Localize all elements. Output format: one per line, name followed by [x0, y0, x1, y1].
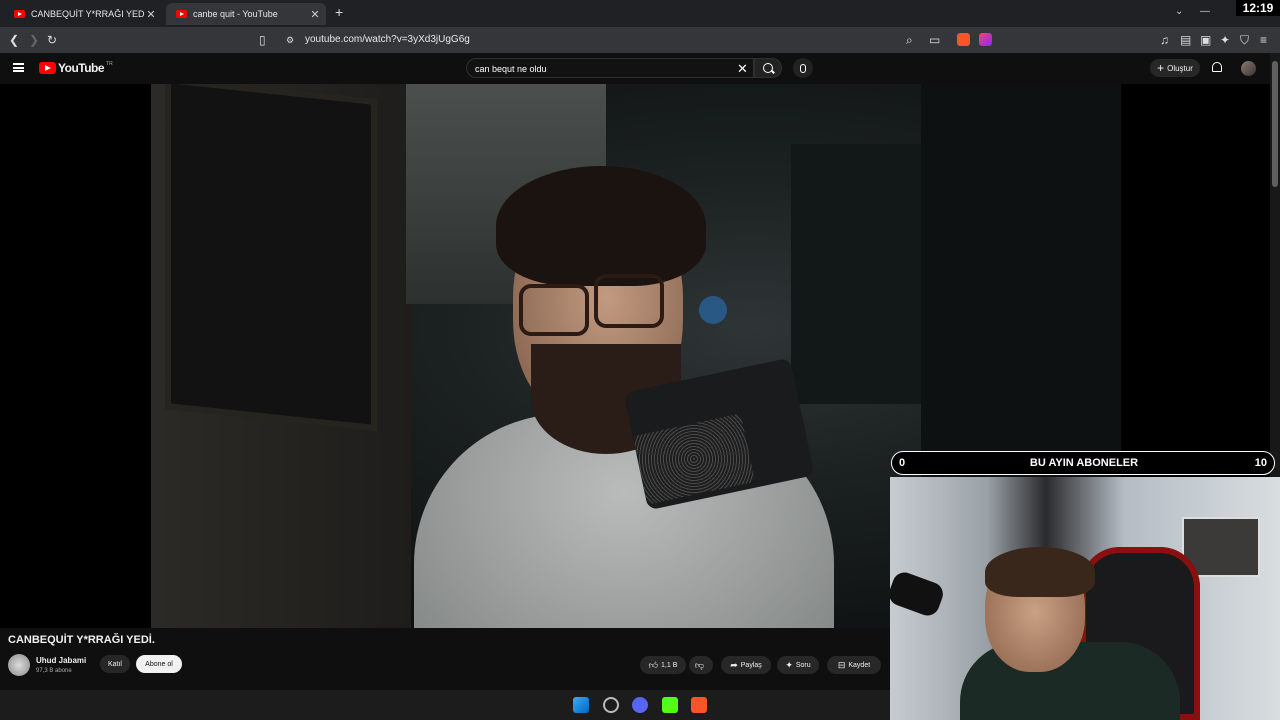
- video-person-glasses: [519, 284, 589, 336]
- youtube-header: YouTube TR can bequt ne oldu ✕ + Oluştur: [0, 53, 1280, 84]
- like-count: 1,1 B: [661, 661, 678, 669]
- join-button[interactable]: Katıl: [100, 655, 130, 673]
- browser-tab-bar: CANBEQUİT Y*RRAĞI YEDİ. - YouTube ✕ canb…: [0, 0, 1280, 27]
- site-info-icon[interactable]: ⚙: [286, 35, 294, 46]
- video-watermark-icon: [699, 296, 727, 324]
- goal-title: BU AYIN ABONELER: [1029, 457, 1139, 469]
- save-label: Kaydet: [848, 661, 871, 669]
- browser-toolbar: ❮ ❯ ↻ ▯ ⚙ youtube.com/watch?v=3yXd3jUgG6…: [0, 27, 1280, 53]
- tab-title: canbe quit - YouTube: [193, 9, 278, 19]
- browser-tab-2[interactable]: canbe quit - YouTube ✕: [166, 3, 326, 25]
- hamburger-menu-icon[interactable]: [13, 63, 24, 72]
- streamer-webcam: [890, 477, 1280, 720]
- browser-tab-1[interactable]: CANBEQUİT Y*RRAĞI YEDİ. - YouTube ✕: [4, 3, 162, 25]
- cleanup-app-icon[interactable]: [603, 697, 619, 713]
- account-avatar[interactable]: [1241, 61, 1256, 76]
- brave-shields-icon[interactable]: [957, 33, 970, 46]
- microphone-icon: [800, 63, 806, 73]
- video-scene-painting: [171, 84, 371, 425]
- wallet-icon[interactable]: ▣: [1200, 33, 1211, 47]
- sidebar-icon[interactable]: ▤: [1180, 33, 1191, 47]
- webcam-microphone: [890, 569, 947, 619]
- scrollbar-thumb[interactable]: [1272, 61, 1278, 187]
- windows-start-icon[interactable]: [573, 697, 589, 713]
- zoom-icon[interactable]: ⌕: [906, 33, 913, 48]
- close-tab-icon[interactable]: ✕: [308, 8, 322, 21]
- ask-button[interactable]: ✦ Soru: [777, 656, 819, 674]
- media-icon[interactable]: ♫: [1160, 33, 1169, 47]
- youtube-favicon-icon: [176, 10, 187, 18]
- channel-name[interactable]: Uhud Jabami: [36, 656, 86, 665]
- kick-icon[interactable]: [662, 697, 678, 713]
- share-icon: ➦: [730, 659, 738, 670]
- bookmark-icon[interactable]: ▯: [259, 33, 266, 47]
- video-person-glasses: [594, 274, 664, 328]
- vpn-icon[interactable]: ⛉: [1240, 33, 1249, 48]
- cast-icon[interactable]: ▭: [929, 33, 940, 47]
- share-label: Paylaş: [740, 661, 762, 669]
- address-bar[interactable]: youtube.com/watch?v=3yXd3jUgG6g: [305, 34, 470, 45]
- webcam-person-hair: [985, 547, 1095, 597]
- search-icon: [763, 63, 773, 73]
- close-tab-icon[interactable]: ✕: [144, 8, 158, 21]
- discord-icon[interactable]: [632, 697, 648, 713]
- reload-icon[interactable]: ↻: [47, 33, 57, 47]
- create-button[interactable]: + Oluştur: [1150, 59, 1200, 77]
- back-icon[interactable]: ❮: [9, 33, 19, 47]
- logo-text: YouTube: [58, 61, 105, 75]
- logo-country: TR: [106, 61, 113, 67]
- new-tab-button[interactable]: +: [335, 4, 343, 20]
- video-person-hair: [496, 166, 706, 286]
- channel-subscriber-count: 97,3 B abone: [36, 668, 72, 674]
- plus-icon: +: [1157, 61, 1165, 75]
- forward-icon[interactable]: ❯: [29, 33, 39, 47]
- like-button[interactable]: 👍︎ 1,1 B: [640, 656, 686, 674]
- clear-search-icon[interactable]: ✕: [737, 61, 748, 77]
- notifications-bell-icon[interactable]: [1212, 62, 1222, 72]
- goal-target-value: 10: [1254, 457, 1267, 469]
- video-scene-shelf: [791, 144, 931, 404]
- voice-search-button[interactable]: [793, 58, 813, 78]
- thumbs-down-icon: 👎︎: [694, 659, 705, 670]
- video-title: CANBEQUİT Y*RRAĞI YEDİ.: [8, 634, 155, 646]
- tab-title: CANBEQUİT Y*RRAĞI YEDİ. - YouTube: [31, 9, 144, 19]
- subscribe-button[interactable]: Abone ol: [136, 655, 182, 673]
- youtube-favicon-icon: [14, 10, 25, 18]
- channel-avatar[interactable]: [8, 654, 30, 676]
- tab-list-chevron-icon[interactable]: ⌄: [1175, 6, 1183, 17]
- search-button[interactable]: [754, 58, 782, 78]
- sparkle-icon: ✦: [785, 659, 793, 670]
- minimize-icon[interactable]: —: [1200, 6, 1210, 17]
- ask-label: Soru: [795, 661, 811, 669]
- leo-ai-icon[interactable]: ✦: [1220, 33, 1230, 47]
- brave-browser-icon[interactable]: [691, 697, 707, 713]
- search-input[interactable]: can bequt ne oldu ✕: [466, 58, 754, 78]
- os-taskbar: [0, 690, 890, 720]
- clock: 12:19: [1236, 0, 1280, 16]
- youtube-play-icon: [39, 62, 56, 74]
- thumbs-up-icon: 👍︎: [648, 659, 659, 670]
- search-value: can bequt ne oldu: [475, 64, 547, 74]
- share-button[interactable]: ➦ Paylaş: [721, 656, 771, 674]
- create-label: Oluştur: [1167, 63, 1193, 73]
- dislike-button[interactable]: 👎︎: [689, 656, 713, 674]
- youtube-logo[interactable]: YouTube TR: [39, 61, 113, 75]
- save-playlist-icon: ⊟: [837, 659, 846, 670]
- subscriber-goal-bar: 0 BU AYIN ABONELER 10: [891, 451, 1275, 475]
- menu-icon[interactable]: ≡: [1260, 33, 1267, 47]
- save-button[interactable]: ⊟ Kaydet: [827, 656, 881, 674]
- brave-rewards-icon[interactable]: [979, 33, 992, 46]
